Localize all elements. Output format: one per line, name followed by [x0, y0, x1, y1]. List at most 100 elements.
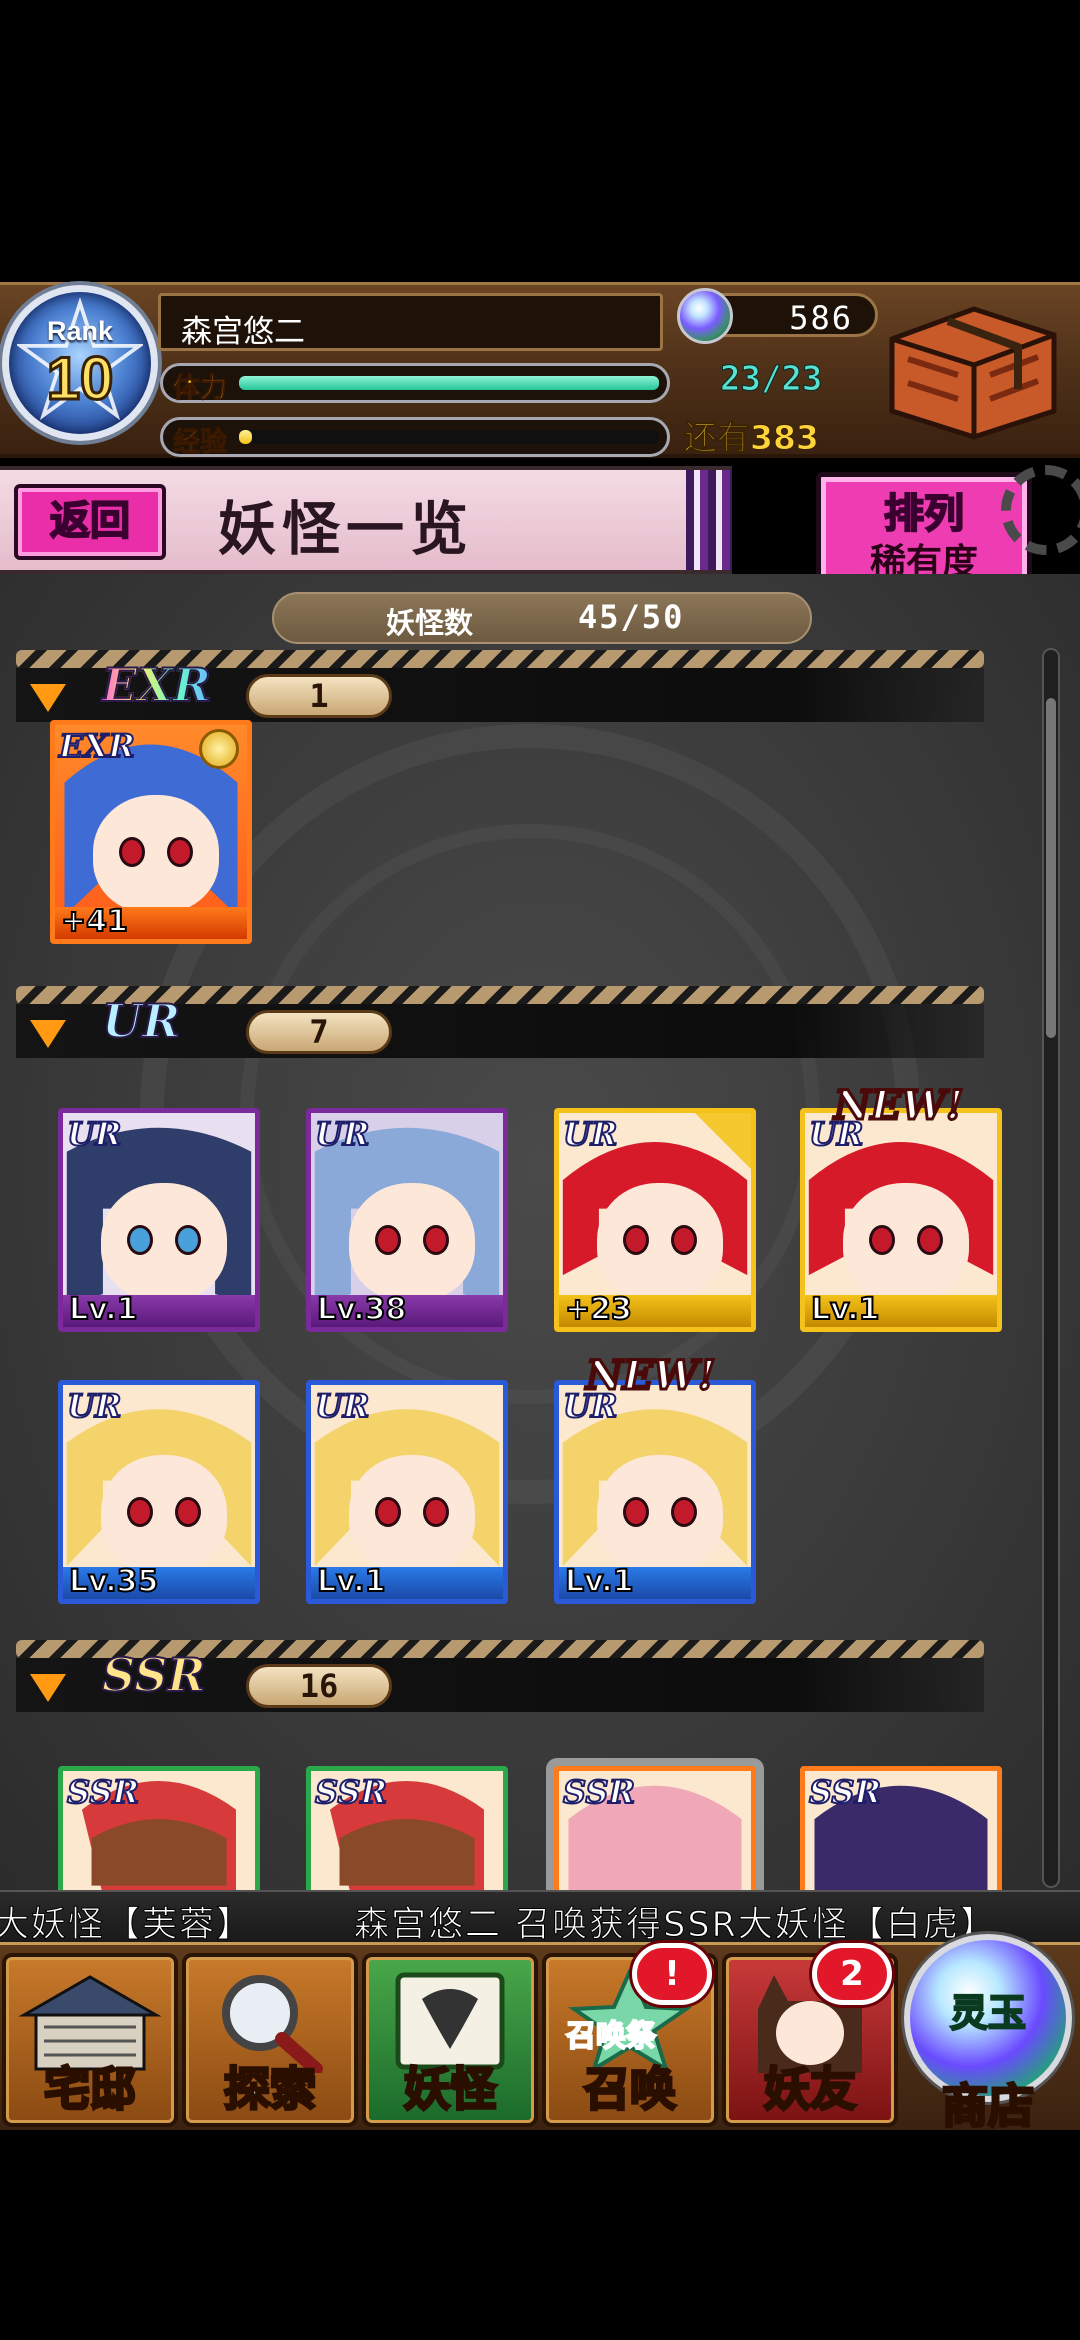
portrait-face [93, 795, 219, 913]
monster-card[interactable]: UR Lv.35 [58, 1380, 260, 1604]
exp-fill [239, 430, 252, 444]
title-bar: 返回 妖怪一览 [0, 466, 732, 574]
portrait-face [349, 1455, 475, 1573]
back-button[interactable]: 返回 [14, 484, 166, 560]
portrait-eye [423, 1225, 449, 1255]
portrait-face [597, 1455, 723, 1573]
portrait-eye [423, 1497, 449, 1527]
portrait-face [101, 1455, 227, 1573]
monster-card[interactable]: UR Lv.1 [58, 1108, 260, 1332]
section-rarity: UR [101, 993, 181, 1049]
medal-icon [199, 729, 239, 769]
rank-value: 10 [45, 344, 115, 414]
portrait-eye [623, 1225, 649, 1255]
screen: { "header": { "rank_label": "Rank", "ran… [0, 0, 1080, 2340]
portrait-eye [623, 1497, 649, 1527]
new-badge: NEW! [833, 1081, 966, 1131]
card-rarity-tag: UR [562, 1114, 618, 1154]
nav-label: 妖友 [763, 2061, 858, 2118]
friends-count-badge: 2 [812, 1943, 892, 2005]
chest-icon[interactable] [878, 299, 1068, 443]
announcement-ticker: 大妖怪【芙蓉】 森宫悠二 召唤获得SSR大妖怪【白虎】 [0, 1890, 1080, 1946]
monster-card[interactable]: SSR [58, 1766, 260, 1890]
monster-count: 妖怪数 45/50 [272, 592, 812, 644]
portrait-eye [127, 1497, 153, 1527]
card-level: Lv.1 [564, 1563, 634, 1599]
monster-count-value: 45/50 [578, 598, 685, 636]
player-name-box[interactable]: 森宫悠二 [158, 293, 663, 351]
portrait-eye [869, 1225, 895, 1255]
gem-value: 586 [789, 299, 853, 337]
monster-card[interactable]: UR Lv.1 [554, 1380, 756, 1604]
ticker-text-right: 森宫悠二 召唤获得SSR大妖怪【白虎】 [354, 1905, 997, 1946]
nav-explore[interactable]: 探索 [182, 1953, 358, 2127]
card-rarity-tag: SSR [562, 1772, 636, 1812]
portrait-eye [127, 1225, 153, 1255]
star-icon [695, 1113, 751, 1169]
section-count: 7 [246, 1010, 392, 1054]
portrait-eye [175, 1497, 201, 1527]
nav-shop-label: 商店 [941, 2078, 1036, 2135]
stamina-value: 23/23 [719, 359, 823, 400]
card-rarity-tag: UR [66, 1386, 122, 1426]
monster-card[interactable]: UR +23 [554, 1108, 756, 1332]
scrollbar[interactable] [1042, 648, 1060, 1888]
page-title: 妖怪一览 [218, 495, 475, 563]
card-rarity-tag: SSR [314, 1772, 388, 1812]
nav-monsters[interactable]: 妖怪 [362, 1953, 538, 2127]
collapse-triangle-icon[interactable] [30, 1020, 66, 1048]
monster-card[interactable]: EXR +41 [50, 720, 252, 944]
nav-label: 召唤 [583, 2061, 678, 2118]
card-rarity-tag: UR [66, 1114, 122, 1154]
card-level: Lv.1 [68, 1291, 138, 1327]
section-header-exr[interactable]: EXR 1 [16, 650, 984, 722]
portrait-eye [917, 1225, 943, 1255]
card-rarity-tag: SSR [808, 1772, 882, 1812]
rank-badge[interactable]: Rank 10 [2, 285, 158, 441]
collapse-triangle-icon[interactable] [30, 1674, 66, 1702]
gem-counter[interactable]: 586 [677, 288, 878, 344]
stamina-bar: 体力 [160, 363, 670, 405]
card-rarity-tag: EXR [58, 726, 136, 766]
portrait-eye [375, 1497, 401, 1527]
section-header-ur[interactable]: UR 7 [16, 986, 984, 1058]
portrait-face [349, 1183, 475, 1301]
card-rarity-tag: UR [314, 1386, 370, 1426]
portrait-eye [375, 1225, 401, 1255]
monster-card[interactable]: UR Lv.38 [306, 1108, 508, 1332]
portrait-eye [167, 837, 193, 867]
exp-label: 经验 [173, 427, 228, 459]
summon-alert-badge: ! [632, 1943, 712, 2005]
section-header-ssr[interactable]: SSR 16 [16, 1640, 984, 1712]
player-name: 森宫悠二 [181, 314, 305, 350]
monster-card[interactable]: SSR [800, 1766, 1002, 1890]
card-rarity-tag: SSR [66, 1772, 140, 1812]
shop-gem-label: 灵玉 [949, 1990, 1027, 2036]
new-badge: NEW! [585, 1351, 718, 1401]
nav-label: 探索 [223, 2061, 318, 2118]
portrait-eye [175, 1225, 201, 1255]
section-count: 1 [246, 674, 392, 718]
summon-festival-label: 召唤祭 [565, 2018, 657, 2055]
rank-label: Rank [46, 316, 114, 346]
section-rarity: EXR [101, 657, 212, 713]
monster-card[interactable]: UR Lv.1 [800, 1108, 1002, 1332]
sort-label: 排列 [883, 490, 965, 538]
collapse-triangle-icon[interactable] [30, 684, 66, 712]
sort-button[interactable]: 排列 稀有度 [816, 465, 1080, 588]
nav-label: 宅邸 [43, 2061, 138, 2118]
exp-remaining: 还有383 [684, 418, 820, 458]
scrollbar-thumb[interactable] [1046, 698, 1056, 1038]
portrait-face [101, 1183, 227, 1301]
nav-mansion[interactable]: 宅邸 [2, 1953, 178, 2127]
stamina-fill [239, 376, 659, 390]
monster-card[interactable]: SSR [554, 1766, 756, 1890]
monster-card[interactable]: SSR [306, 1766, 508, 1890]
stamina-label: 体力 [173, 373, 228, 405]
monster-card[interactable]: UR Lv.1 [306, 1380, 508, 1604]
ticker-text-left: 大妖怪【芙蓉】 [0, 1905, 254, 1946]
monster-list[interactable]: 妖怪数 45/50 EXR 1 EXR +41 UR 7 UR Lv.1 UR … [0, 574, 1080, 1890]
monster-count-label: 妖怪数 [386, 606, 474, 640]
card-level: +41 [60, 903, 129, 939]
portrait-eye [671, 1497, 697, 1527]
